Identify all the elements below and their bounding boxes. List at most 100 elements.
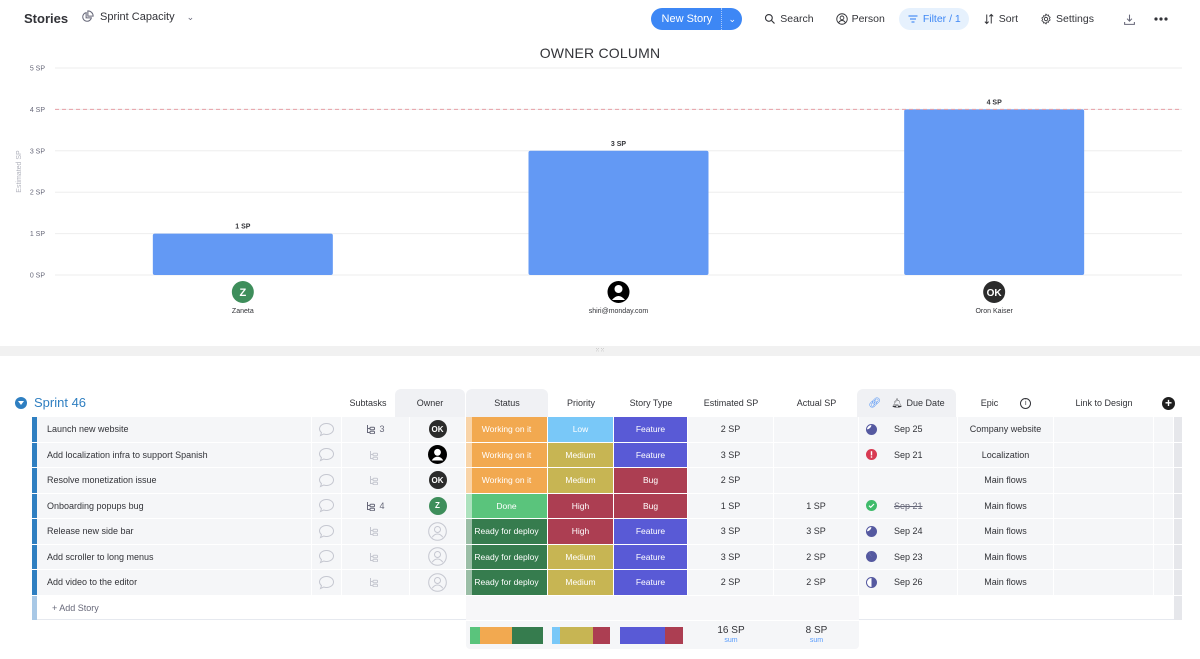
table-row[interactable]: Add localization infra to support Spanis… [32, 442, 1182, 468]
owner-avatar[interactable]: OK [428, 420, 447, 439]
owner-cell[interactable]: OK [410, 468, 466, 493]
sort-button[interactable]: Sort [975, 8, 1026, 30]
column-header-estimated-sp[interactable]: Estimated SP [688, 389, 774, 417]
story-type-label[interactable]: Bug [614, 468, 688, 493]
empty-owner-icon[interactable] [428, 547, 447, 567]
owner-cell[interactable] [410, 544, 466, 569]
resize-handle[interactable]: ⁙⁙ [0, 346, 1200, 356]
due-date[interactable] [883, 468, 958, 493]
actual-sp[interactable]: 2 SP [774, 570, 859, 595]
add-column-icon[interactable]: + [1162, 397, 1175, 410]
comment-button[interactable] [312, 417, 342, 442]
collapse-group-icon[interactable] [15, 396, 27, 409]
story-type-label[interactable]: Feature [614, 570, 688, 595]
story-name[interactable]: Launch new website [37, 417, 312, 442]
column-header-owner[interactable]: Owner [395, 389, 465, 417]
scrollbar-track[interactable] [1174, 570, 1182, 595]
actual-sp[interactable]: 3 SP [774, 519, 859, 544]
view-selector[interactable]: Sprint Capacity ⌄ [80, 10, 194, 24]
link-to-design[interactable] [1054, 468, 1154, 493]
priority-label[interactable]: Low [548, 417, 614, 442]
estimated-sp[interactable]: 1 SP [688, 493, 774, 518]
table-row[interactable]: Launch new website 3 OK Working on it Lo… [32, 417, 1182, 443]
story-name[interactable]: Add localization infra to support Spanis… [37, 442, 312, 467]
priority-label[interactable]: Medium [548, 570, 614, 595]
story-type-label[interactable]: Feature [614, 417, 688, 442]
epic[interactable]: Main flows [958, 468, 1054, 493]
status-label[interactable]: Working on it [466, 417, 548, 442]
subtasks-cell[interactable] [342, 544, 410, 569]
add-story-row[interactable]: + Add Story [32, 595, 1182, 620]
estimated-sp[interactable]: 3 SP [688, 519, 774, 544]
column-header-priority[interactable]: Priority [548, 389, 614, 417]
story-type-summary-bar[interactable] [620, 627, 683, 644]
group-title[interactable]: Sprint 46 [34, 395, 86, 410]
due-date[interactable]: Sep 25 [883, 417, 958, 442]
status-label[interactable]: Working on it [466, 442, 548, 467]
story-type-label[interactable]: Feature [614, 544, 688, 569]
priority-label[interactable]: Medium [548, 468, 614, 493]
chevron-down-icon[interactable]: ⌄ [722, 14, 742, 25]
owner-cell[interactable] [410, 570, 466, 595]
link-to-design[interactable] [1054, 493, 1154, 518]
column-header-story-type[interactable]: Story Type [614, 389, 688, 417]
column-header-actual-sp[interactable]: Actual SP [774, 389, 859, 417]
scrollbar-track[interactable] [1174, 493, 1182, 518]
filter-button[interactable]: Filter / 1 [898, 8, 969, 30]
epic[interactable]: Main flows [958, 519, 1054, 544]
scrollbar-track[interactable] [1174, 544, 1182, 569]
scrollbar-track[interactable] [1174, 468, 1182, 493]
owner-cell[interactable]: Z [410, 493, 466, 518]
new-story-label[interactable]: New Story [651, 8, 723, 30]
empty-owner-icon[interactable] [428, 521, 447, 541]
story-type-label[interactable]: Feature [614, 519, 688, 544]
table-row[interactable]: Add scroller to long menus Ready for dep… [32, 544, 1182, 570]
status-label[interactable]: Done [466, 493, 548, 518]
table-row[interactable]: Resolve monetization issue OK Working on… [32, 468, 1182, 494]
due-date[interactable]: Sep 21 [883, 442, 958, 467]
scrollbar-track[interactable] [1174, 417, 1182, 442]
link-to-design[interactable] [1054, 570, 1154, 595]
export-button[interactable] [1118, 8, 1140, 30]
empty-owner-icon[interactable] [428, 572, 447, 592]
more-options-button[interactable] [1150, 8, 1172, 30]
table-row[interactable]: Onboarding popups bug 4 Z Done High Bug … [32, 493, 1182, 519]
story-type-label[interactable]: Bug [614, 493, 688, 518]
status-label[interactable]: Ready for deploy [466, 544, 548, 569]
epic[interactable]: Company website [958, 417, 1054, 442]
table-row[interactable]: Add video to the editor Ready for deploy… [32, 570, 1182, 596]
scrollbar-track[interactable] [1174, 442, 1182, 467]
comment-button[interactable] [312, 442, 342, 467]
subtasks-cell[interactable] [342, 442, 410, 467]
owner-cell[interactable] [410, 442, 466, 467]
search-button[interactable]: Search [756, 8, 821, 30]
scrollbar-track[interactable] [1174, 519, 1182, 544]
status-label[interactable]: Ready for deploy [466, 519, 548, 544]
epic[interactable]: Main flows [958, 493, 1054, 518]
due-date[interactable]: Sep 26 [883, 570, 958, 595]
due-date[interactable]: Sep 24 [883, 519, 958, 544]
story-name[interactable]: Add scroller to long menus [37, 544, 312, 569]
due-date[interactable]: Sep 21 [883, 493, 958, 518]
subtasks-cell[interactable]: 4 [342, 493, 410, 518]
actual-sp[interactable]: 2 SP [774, 544, 859, 569]
link-to-design[interactable] [1054, 519, 1154, 544]
epic[interactable]: Main flows [958, 544, 1054, 569]
subtasks-cell[interactable] [342, 519, 410, 544]
estimated-sp[interactable]: 2 SP [688, 468, 774, 493]
priority-label[interactable]: Medium [548, 442, 614, 467]
estimated-sp[interactable]: 2 SP [688, 570, 774, 595]
info-icon[interactable]: i [1020, 397, 1032, 409]
epic[interactable]: Localization [958, 442, 1054, 467]
comment-button[interactable] [312, 519, 342, 544]
status-label[interactable]: Working on it [466, 468, 548, 493]
actual-sp[interactable]: 1 SP [774, 493, 859, 518]
due-date[interactable]: Sep 23 [883, 544, 958, 569]
link-to-design[interactable] [1054, 442, 1154, 467]
scrollbar-track[interactable] [1174, 595, 1182, 620]
owner-avatar[interactable]: OK [428, 471, 447, 490]
subtasks-cell[interactable] [342, 570, 410, 595]
story-name[interactable]: Add video to the editor [37, 570, 312, 595]
actual-sp[interactable] [774, 417, 859, 442]
estimated-sp[interactable]: 3 SP [688, 442, 774, 467]
